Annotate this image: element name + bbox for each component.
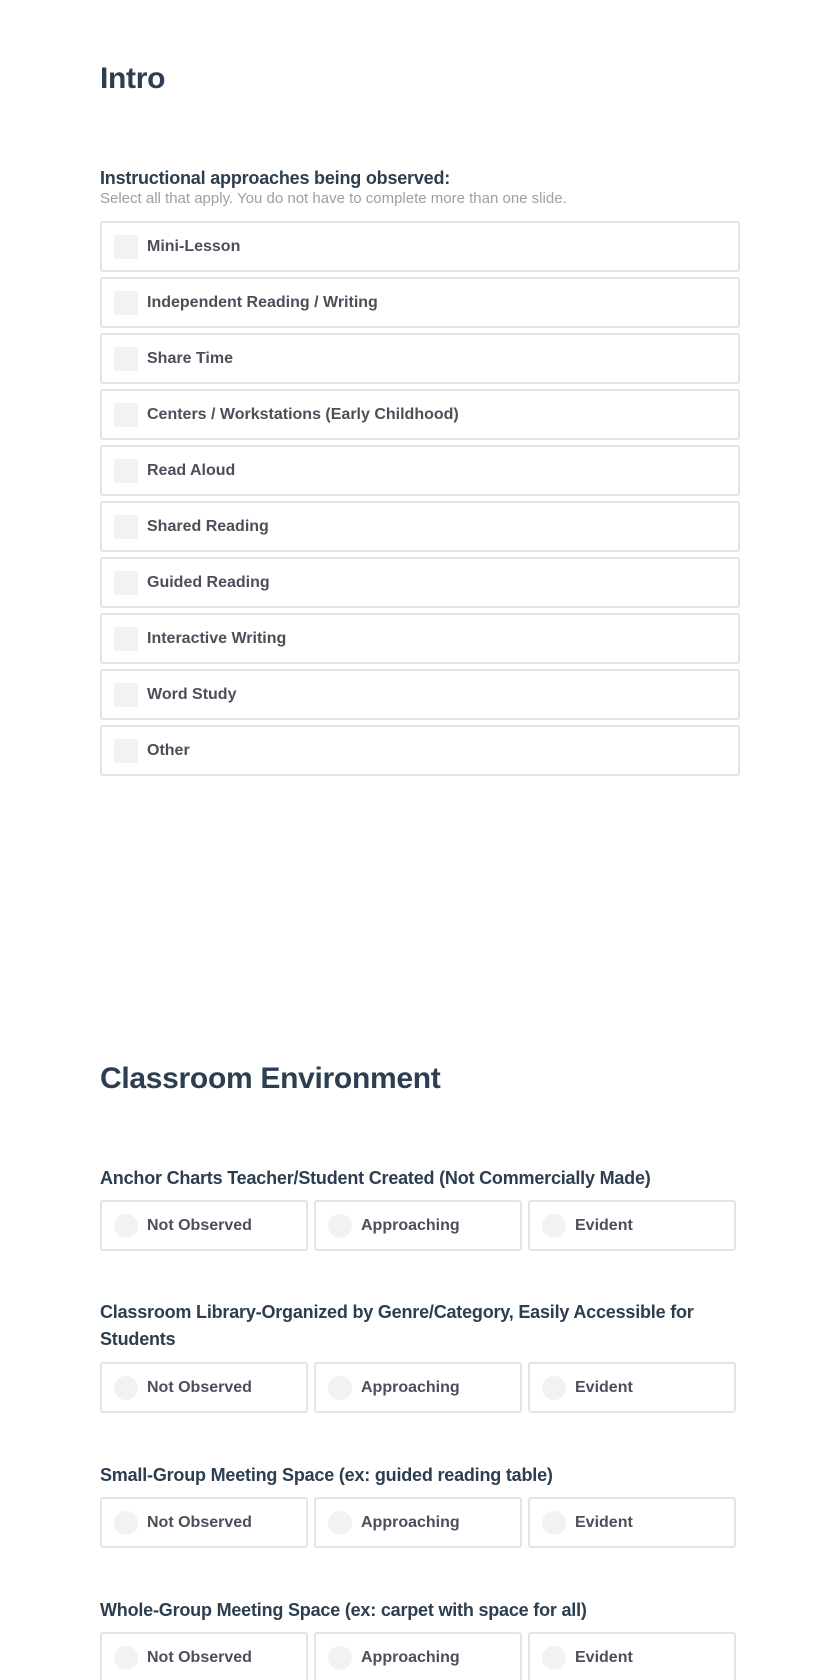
radio-icon[interactable] (328, 1510, 352, 1535)
question-hint: Select all that apply. You do not have t… (100, 190, 567, 207)
radio-option-evident[interactable]: Evident (528, 1362, 736, 1413)
checkbox-icon[interactable] (114, 290, 138, 315)
option-label: Approaching (361, 1378, 460, 1396)
radio-option-evident[interactable]: Evident (528, 1497, 736, 1548)
radio-option-not-observed[interactable]: Not Observed (100, 1362, 308, 1413)
radio-option-approaching[interactable]: Approaching (314, 1200, 522, 1251)
question-label-anchor-charts: Anchor Charts Teacher/Student Created (N… (100, 1168, 651, 1188)
checkbox-option-mini-lesson[interactable]: Mini-Lesson (100, 221, 740, 272)
radio-icon[interactable] (114, 1510, 138, 1535)
question-label-classroom-library: Classroom Library-Organized by Genre/Cat… (100, 1302, 694, 1349)
radio-option-approaching[interactable]: Approaching (314, 1362, 522, 1413)
radio-icon[interactable] (542, 1213, 566, 1238)
radio-option-evident[interactable]: Evident (528, 1200, 736, 1251)
radio-option-not-observed[interactable]: Not Observed (100, 1200, 308, 1251)
checkbox-icon[interactable] (114, 738, 138, 763)
radio-option-not-observed[interactable]: Not Observed (100, 1632, 308, 1680)
question-label-whole-group-space: Whole-Group Meeting Space (ex: carpet wi… (100, 1600, 587, 1620)
option-label: Not Observed (147, 1513, 252, 1531)
option-label: Interactive Writing (147, 629, 287, 647)
instructional-approaches-checkbox-list: Mini-Lesson Independent Reading / Writin… (100, 221, 740, 781)
checkbox-option-centers-workstations[interactable]: Centers / Workstations (Early Childhood) (100, 389, 740, 440)
option-label: Evident (575, 1648, 633, 1666)
option-label: Word Study (147, 685, 237, 703)
radio-group-whole-group-space: Not Observed Approaching Evident (100, 1632, 736, 1680)
radio-option-not-observed[interactable]: Not Observed (100, 1497, 308, 1548)
radio-icon[interactable] (542, 1510, 566, 1535)
radio-group-small-group-space: Not Observed Approaching Evident (100, 1497, 736, 1548)
checkbox-icon[interactable] (114, 458, 138, 483)
option-label: Guided Reading (147, 573, 270, 591)
radio-icon[interactable] (328, 1645, 352, 1670)
checkbox-option-independent-reading-writing[interactable]: Independent Reading / Writing (100, 277, 740, 328)
option-label: Evident (575, 1378, 633, 1396)
option-label: Read Aloud (147, 461, 236, 479)
checkbox-option-guided-reading[interactable]: Guided Reading (100, 557, 740, 608)
option-label: Independent Reading / Writing (147, 293, 378, 311)
radio-icon[interactable] (328, 1213, 352, 1238)
section-title-classroom-environment: Classroom Environment (100, 1062, 441, 1095)
checkbox-option-other[interactable]: Other (100, 725, 740, 776)
checkbox-icon[interactable] (114, 682, 138, 707)
checkbox-icon[interactable] (114, 234, 138, 259)
checkbox-option-word-study[interactable]: Word Study (100, 669, 740, 720)
option-label: Approaching (361, 1513, 460, 1531)
checkbox-icon[interactable] (114, 570, 138, 595)
option-label: Not Observed (147, 1648, 252, 1666)
radio-option-approaching[interactable]: Approaching (314, 1497, 522, 1548)
checkbox-option-share-time[interactable]: Share Time (100, 333, 740, 384)
option-label: Approaching (361, 1648, 460, 1666)
radio-icon[interactable] (114, 1645, 138, 1670)
option-label: Mini-Lesson (147, 237, 241, 255)
checkbox-option-interactive-writing[interactable]: Interactive Writing (100, 613, 740, 664)
checkbox-icon[interactable] (114, 346, 138, 371)
radio-icon[interactable] (542, 1375, 566, 1400)
radio-option-evident[interactable]: Evident (528, 1632, 736, 1680)
checkbox-icon[interactable] (114, 514, 138, 539)
option-label: Not Observed (147, 1216, 252, 1234)
checkbox-icon[interactable] (114, 626, 138, 651)
option-label: Not Observed (147, 1378, 252, 1396)
option-label: Centers / Workstations (Early Childhood) (147, 405, 459, 423)
radio-group-classroom-library: Not Observed Approaching Evident (100, 1362, 736, 1413)
checkbox-option-shared-reading[interactable]: Shared Reading (100, 501, 740, 552)
checkbox-icon[interactable] (114, 402, 138, 427)
checkbox-option-read-aloud[interactable]: Read Aloud (100, 445, 740, 496)
option-label: Evident (575, 1216, 633, 1234)
section-title-intro: Intro (100, 62, 166, 95)
radio-option-approaching[interactable]: Approaching (314, 1632, 522, 1680)
radio-icon[interactable] (114, 1375, 138, 1400)
option-label: Approaching (361, 1216, 460, 1234)
option-label: Share Time (147, 349, 233, 367)
radio-icon[interactable] (114, 1213, 138, 1238)
radio-icon[interactable] (328, 1375, 352, 1400)
question-label-instructional-approaches: Instructional approaches being observed: (100, 168, 451, 188)
option-label: Shared Reading (147, 517, 269, 535)
radio-group-anchor-charts: Not Observed Approaching Evident (100, 1200, 736, 1251)
question-label-small-group-space: Small-Group Meeting Space (ex: guided re… (100, 1465, 553, 1485)
option-label: Other (147, 741, 190, 759)
option-label: Evident (575, 1513, 633, 1531)
radio-icon[interactable] (542, 1645, 566, 1670)
